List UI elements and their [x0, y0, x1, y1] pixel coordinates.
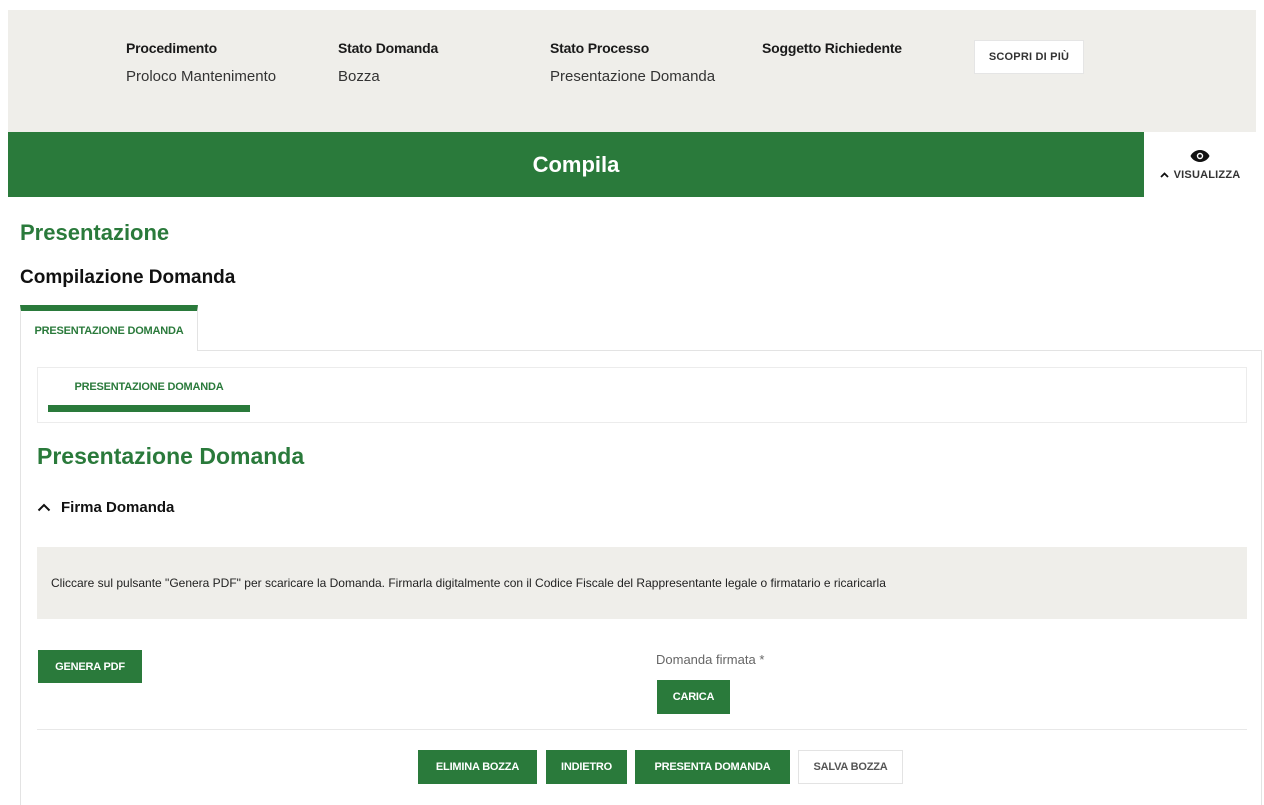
- info-value: Proloco Mantenimento: [126, 68, 277, 85]
- visualizza-label: VISUALIZZA: [1173, 168, 1241, 181]
- info-label: Soggetto Richiedente: [762, 40, 902, 56]
- elimina-bozza-button[interactable]: ELIMINA BOZZA: [418, 750, 537, 784]
- process-info-band: Procedimento Proloco Mantenimento Stato …: [8, 10, 1256, 132]
- divider: [37, 729, 1247, 730]
- page-subtitle: Compilazione Domanda: [20, 267, 236, 288]
- info-value: Bozza: [338, 68, 380, 85]
- inner-tab-presentazione-domanda[interactable]: PRESENTAZIONE DOMANDA: [48, 368, 250, 412]
- info-label: Stato Domanda: [338, 40, 439, 56]
- carica-button[interactable]: CARICA: [657, 680, 730, 714]
- section-title: Presentazione Domanda: [37, 443, 305, 469]
- instruction-note: Cliccare sul pulsante "Genera PDF" per s…: [37, 547, 1247, 619]
- domanda-firmata-label: Domanda firmata *: [656, 652, 765, 667]
- info-value: Presentazione Domanda: [550, 68, 716, 85]
- info-procedimento: Procedimento Proloco Mantenimento: [126, 40, 276, 85]
- info-stato-processo: Stato Processo Presentazione Domanda: [550, 40, 715, 85]
- info-label: Stato Processo: [550, 40, 650, 56]
- compila-bar: Compila: [8, 132, 1144, 197]
- inner-tab-bar: PRESENTAZIONE DOMANDA: [37, 367, 1247, 423]
- visualizza-row: VISUALIZZA: [1159, 168, 1241, 181]
- genera-pdf-button[interactable]: GENERA PDF: [38, 650, 142, 683]
- accordion-label: Firma Domanda: [61, 499, 175, 516]
- info-label: Procedimento: [126, 40, 217, 56]
- presenta-domanda-button[interactable]: PRESENTA DOMANDA: [635, 750, 790, 784]
- firma-domanda-accordion[interactable]: Firma Domanda: [37, 499, 174, 516]
- scopri-di-piu-button[interactable]: SCOPRI DI PIÙ: [974, 40, 1084, 74]
- chevron-up-icon: [1159, 171, 1169, 178]
- tab-presentazione-domanda[interactable]: PRESENTAZIONE DOMANDA: [20, 305, 198, 351]
- tab-panel: PRESENTAZIONE DOMANDA Presentazione Doma…: [20, 350, 1262, 805]
- page-title: Presentazione: [20, 220, 170, 245]
- info-soggetto-richiedente: Soggetto Richiedente: [762, 40, 902, 68]
- chevron-up-icon: [37, 503, 51, 512]
- visualizza-toggle[interactable]: VISUALIZZA: [1144, 132, 1256, 197]
- tab-label: PRESENTAZIONE DOMANDA: [34, 325, 184, 337]
- info-stato-domanda: Stato Domanda Bozza: [338, 40, 438, 85]
- inner-tab-label: PRESENTAZIONE DOMANDA: [74, 380, 224, 393]
- instruction-text: Cliccare sul pulsante "Genera PDF" per s…: [51, 576, 886, 590]
- compila-title: Compila: [532, 151, 620, 177]
- eye-icon: [1190, 149, 1210, 162]
- indietro-button[interactable]: INDIETRO: [546, 750, 627, 784]
- salva-bozza-button[interactable]: SALVA BOZZA: [798, 750, 903, 784]
